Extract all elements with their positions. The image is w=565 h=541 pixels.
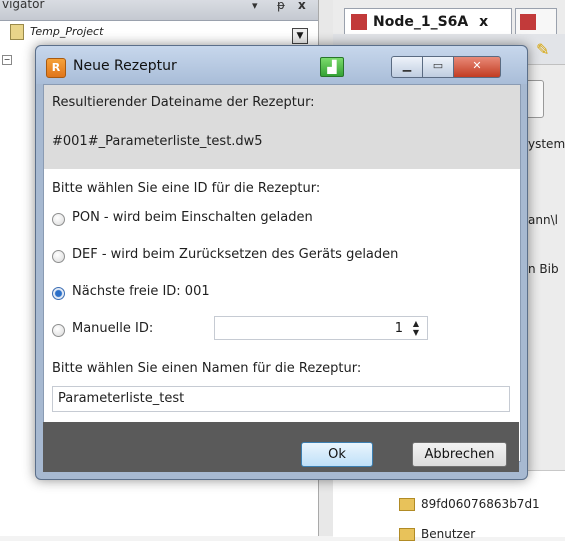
dialog-titlebar[interactable]: R Neue Rezeptur ▟ ▁ ▭ ✕ (36, 46, 527, 84)
spin-up-icon[interactable]: ▲ (411, 320, 421, 328)
project-icon (10, 24, 24, 40)
dialog-content: Resultierender Dateiname der Rezeptur: #… (43, 84, 521, 462)
close-button[interactable]: ✕ (453, 56, 501, 78)
tree-item-project[interactable]: Temp_Project (10, 24, 103, 40)
tree-collapse-icon[interactable]: − (2, 55, 12, 65)
manual-id-stepper[interactable]: 1 ▲ ▼ (214, 316, 428, 340)
manual-id-value[interactable]: 1 (395, 321, 403, 336)
node-icon (520, 14, 536, 30)
cancel-button[interactable]: Abbrechen (412, 442, 507, 467)
spin-down-icon[interactable]: ▼ (411, 329, 421, 337)
recipe-app-icon: R (46, 58, 66, 78)
screen-icon[interactable]: ▟ (320, 57, 344, 77)
list-item[interactable]: 89fd06076863b7d1 (399, 497, 540, 511)
navigator-title: vigator (2, 0, 45, 11)
radio-pon-label[interactable]: PON - wird beim Einschalten geladen (72, 210, 313, 225)
dropdown-arrow-icon[interactable]: ▾ (252, 0, 258, 16)
new-recipe-dialog: R Neue Rezeptur ▟ ▁ ▭ ✕ Resultierender D… (35, 45, 528, 480)
folder-icon (399, 498, 415, 511)
radio-manual-id-label[interactable]: Manuelle ID: (72, 321, 153, 336)
radio-next-free-id-label[interactable]: Nächste freie ID: 001 (72, 284, 210, 299)
maximize-icon: ▭ (432, 59, 444, 72)
minimize-icon: ▁ (402, 59, 412, 72)
editor-text-ystem: ystem (528, 137, 565, 151)
pencil-icon[interactable]: ✎ (536, 40, 554, 59)
file-list: 89fd06076863b7d1 Benutzer (333, 470, 565, 541)
close-icon: ✕ (472, 59, 482, 72)
editor-text-path: ann\l (528, 213, 558, 227)
tree-item-label: Temp_Project (30, 25, 104, 38)
id-prompt: Bitte wählen Sie eine ID für die Rezeptu… (52, 181, 321, 196)
tab-close-icon[interactable]: x (479, 14, 488, 30)
radio-manual-id[interactable] (52, 324, 65, 337)
radio-def-label[interactable]: DEF - wird beim Zurücksetzen des Geräts … (72, 247, 398, 262)
result-filename: #001#_Parameterliste_test.dw5 (52, 134, 263, 149)
tab-second[interactable] (515, 8, 557, 36)
folder-icon (399, 528, 415, 541)
editor-text-bib: n Bib (528, 262, 559, 276)
tab-node[interactable]: Node_1_S6A x (344, 8, 512, 35)
result-label: Resultierender Dateiname der Rezeptur: (52, 95, 315, 110)
navigator-header: vigator ▾ ᵽ x (0, 0, 318, 21)
node-icon (351, 14, 367, 30)
minimize-button[interactable]: ▁ (391, 56, 423, 78)
tab-label: Node_1_S6A (373, 14, 469, 30)
navigator-close-icon[interactable]: x (298, 0, 306, 15)
radio-def[interactable] (52, 250, 65, 263)
radio-next-free-id[interactable] (52, 287, 65, 300)
list-item-label: Benutzer (421, 527, 476, 541)
dialog-footer: Ok Abbrechen (43, 422, 519, 472)
radio-pon[interactable] (52, 213, 65, 226)
ok-button[interactable]: Ok (301, 442, 373, 467)
list-item-label: 89fd06076863b7d1 (421, 497, 540, 511)
list-item[interactable]: Benutzer (399, 527, 475, 541)
tree-dropdown-button[interactable]: ▼ (292, 28, 308, 44)
name-prompt: Bitte wählen Sie einen Namen für die Rez… (52, 361, 362, 376)
pin-icon[interactable]: ᵽ (277, 0, 285, 15)
recipe-name-field[interactable]: Parameterliste_test (52, 386, 510, 412)
maximize-button[interactable]: ▭ (422, 56, 454, 78)
dialog-title: Neue Rezeptur (73, 58, 177, 74)
